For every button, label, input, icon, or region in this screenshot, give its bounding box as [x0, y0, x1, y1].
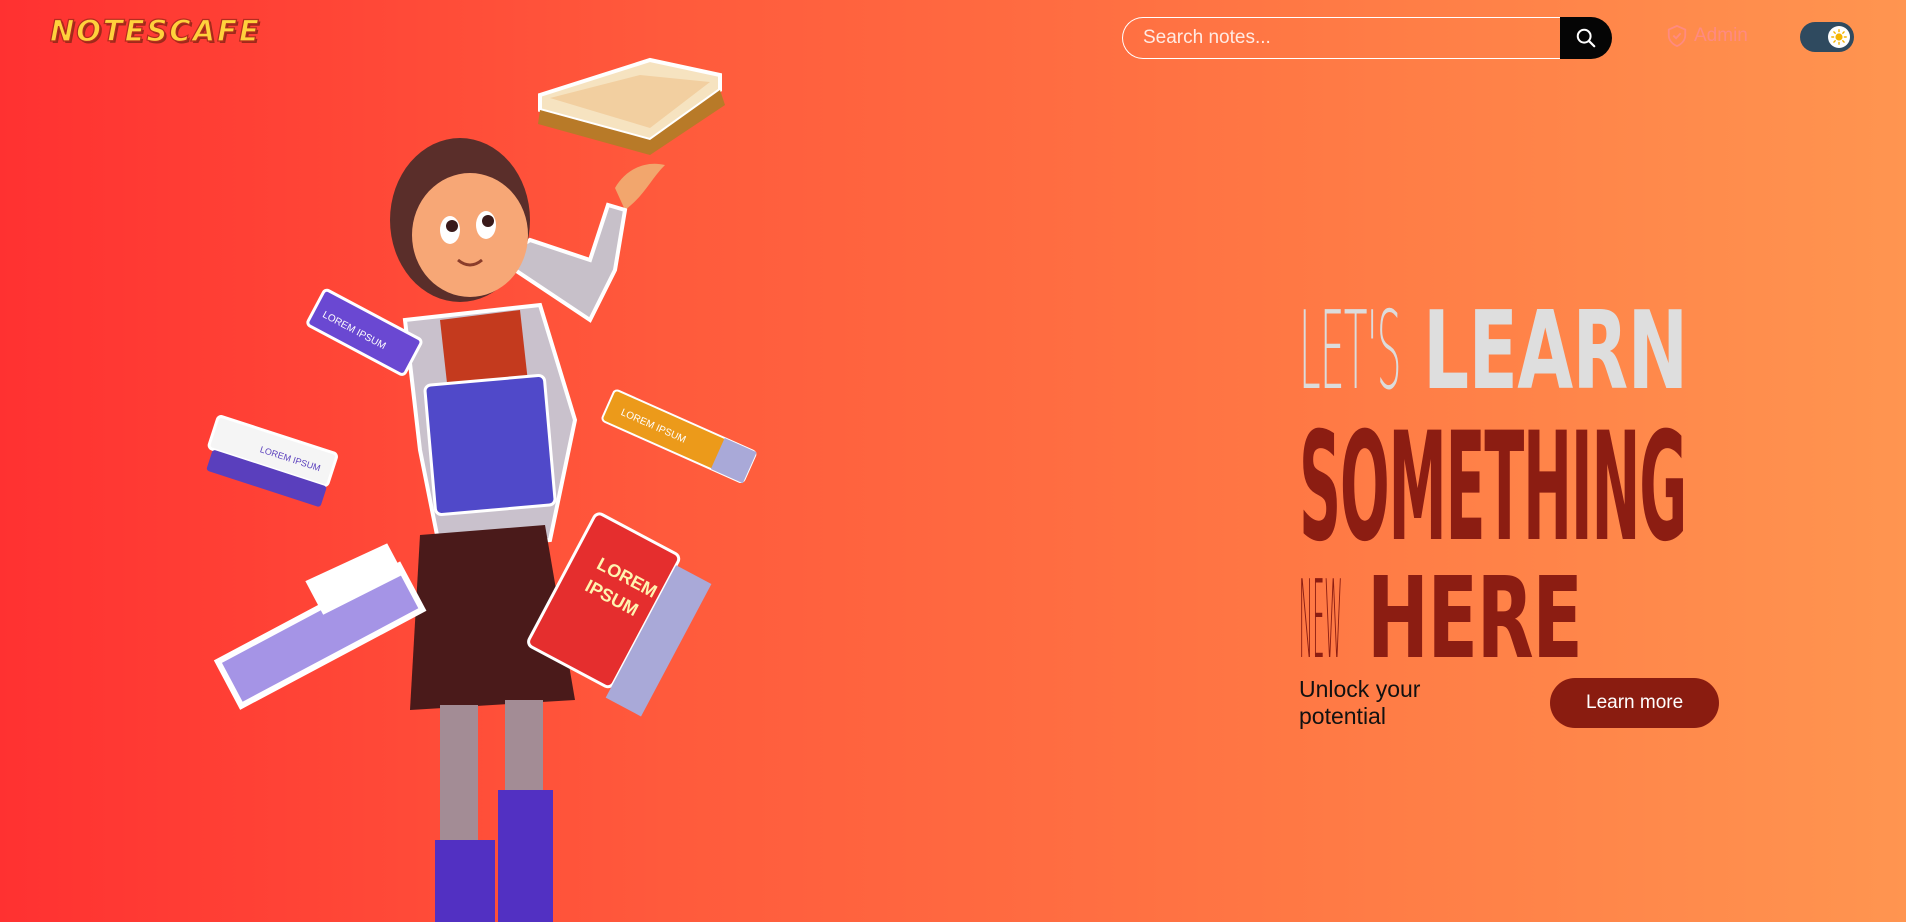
hero-line-3: NEW HERE [1299, 554, 1719, 685]
search-bar [1122, 17, 1612, 59]
hero-something: SOMETHING [1299, 401, 1687, 575]
admin-link[interactable]: Admin [1666, 24, 1748, 48]
admin-label: Admin [1694, 25, 1748, 46]
learn-more-button[interactable]: Learn more [1550, 678, 1719, 728]
book-left-stack: LOREM IPSUM [206, 415, 338, 507]
book-left-top: LOREM IPSUM [306, 288, 423, 376]
hero-learn: LEARN [1423, 289, 1688, 415]
shield-icon [1667, 24, 1687, 48]
toggle-knob [1828, 26, 1850, 48]
sun-icon [1831, 29, 1847, 45]
open-book-top [538, 57, 725, 155]
search-button[interactable] [1560, 17, 1612, 59]
hero-line-1: LET'S LEARN [1299, 284, 1719, 415]
hero-lets: LET'S [1299, 289, 1401, 415]
hero-section: LET'S LEARN SOMETHING NEW HERE Unlock yo… [1299, 284, 1719, 730]
hero-here: HERE [1367, 554, 1583, 685]
open-book-bottom [213, 543, 427, 710]
hero-illustration: LOREM IPSUM LOREM IPSUM LOREM IPSUM LORE… [206, 57, 757, 922]
book-right: LOREM IPSUM [601, 389, 757, 484]
hero-new: NEW [1299, 558, 1343, 684]
hero-line-2: SOMETHING [1299, 401, 1719, 575]
search-icon [1576, 28, 1596, 48]
search-input[interactable] [1122, 17, 1560, 59]
theme-toggle[interactable] [1800, 22, 1854, 52]
